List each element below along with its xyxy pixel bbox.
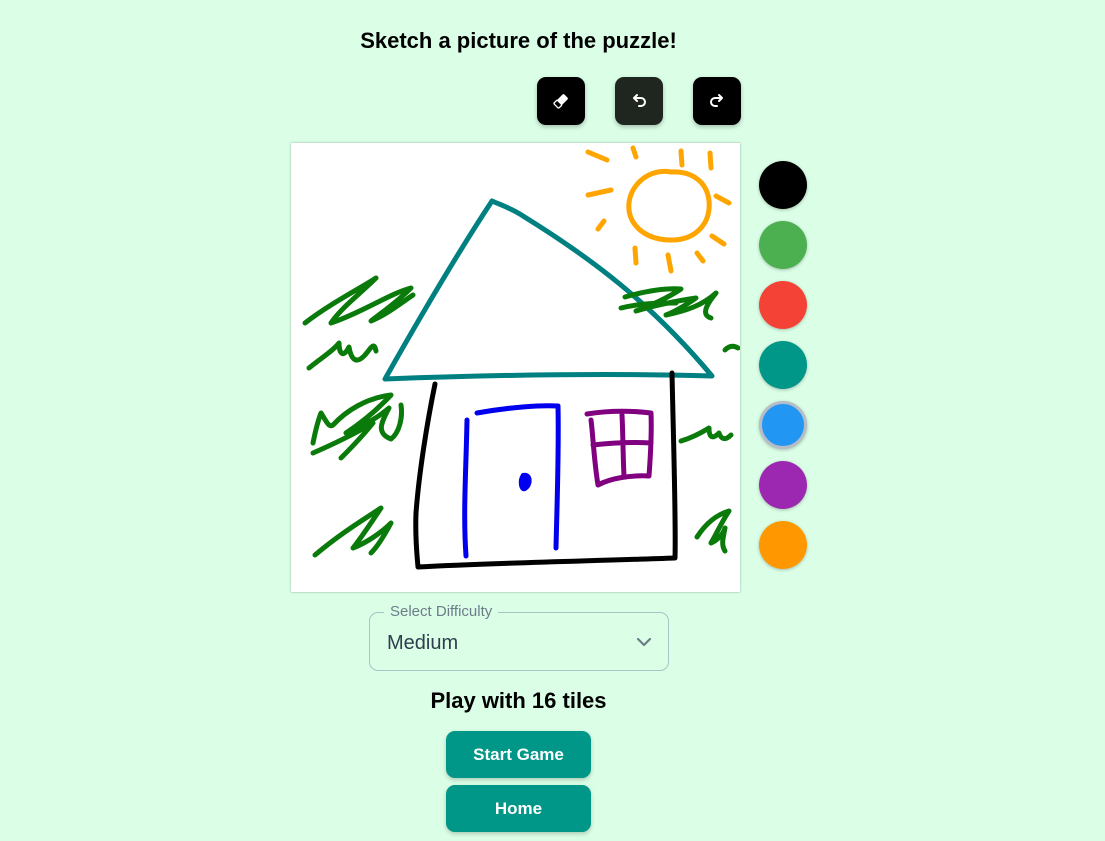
color-swatch-red[interactable] [759,281,807,329]
redo-button[interactable] [693,77,741,125]
eraser-button[interactable] [537,77,585,125]
difficulty-value: Medium [387,632,459,654]
drawing-canvas[interactable] [291,143,740,592]
color-swatch-orange[interactable] [759,521,807,569]
door-sketch [462,403,561,559]
color-swatch-blue[interactable] [759,401,807,449]
undo-button[interactable] [615,77,663,125]
home-button[interactable]: Home [446,785,591,832]
start-game-button[interactable]: Start Game [446,731,591,778]
sun-sketch [585,145,732,274]
eraser-icon [553,94,568,109]
color-swatch-purple[interactable] [759,461,807,509]
color-swatch-green[interactable] [759,221,807,269]
color-swatch-black[interactable] [759,161,807,209]
tile-count-text: Play with 16 tiles [430,688,607,713]
page-title: Sketch a picture of the puzzle! [360,28,677,53]
chevron-down-icon [636,637,652,647]
difficulty-select[interactable]: Select Difficulty Medium [369,603,669,671]
color-swatch-teal[interactable] [759,341,807,389]
house-sketch [302,145,740,570]
walls-sketch [413,370,678,570]
redo-icon [710,94,723,107]
difficulty-label: Select Difficulty [384,603,499,621]
undo-icon [633,94,646,107]
window-sketch [584,408,654,488]
